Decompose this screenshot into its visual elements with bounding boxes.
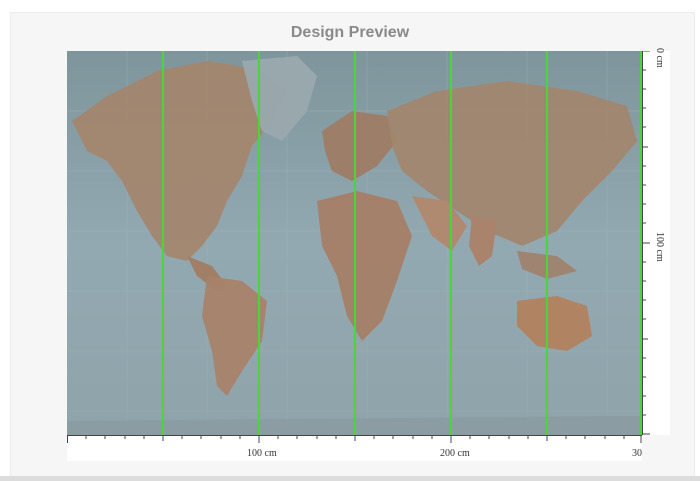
vertical-ruler-label-0: 0 cm: [654, 48, 665, 68]
vertical-ruler-label-100: 100 cm: [654, 232, 665, 262]
horizontal-ruler: [67, 435, 642, 461]
horizontal-ruler-label-200: 200 cm: [440, 448, 470, 459]
horizontal-ruler-label-300: 30: [632, 448, 642, 459]
world-map-image: [67, 51, 642, 435]
design-preview-image: [67, 51, 642, 435]
horizontal-ruler-label-100: 100 cm: [247, 448, 277, 459]
page-title: Design Preview: [290, 24, 410, 41]
panel-bottom-border: [0, 476, 700, 481]
